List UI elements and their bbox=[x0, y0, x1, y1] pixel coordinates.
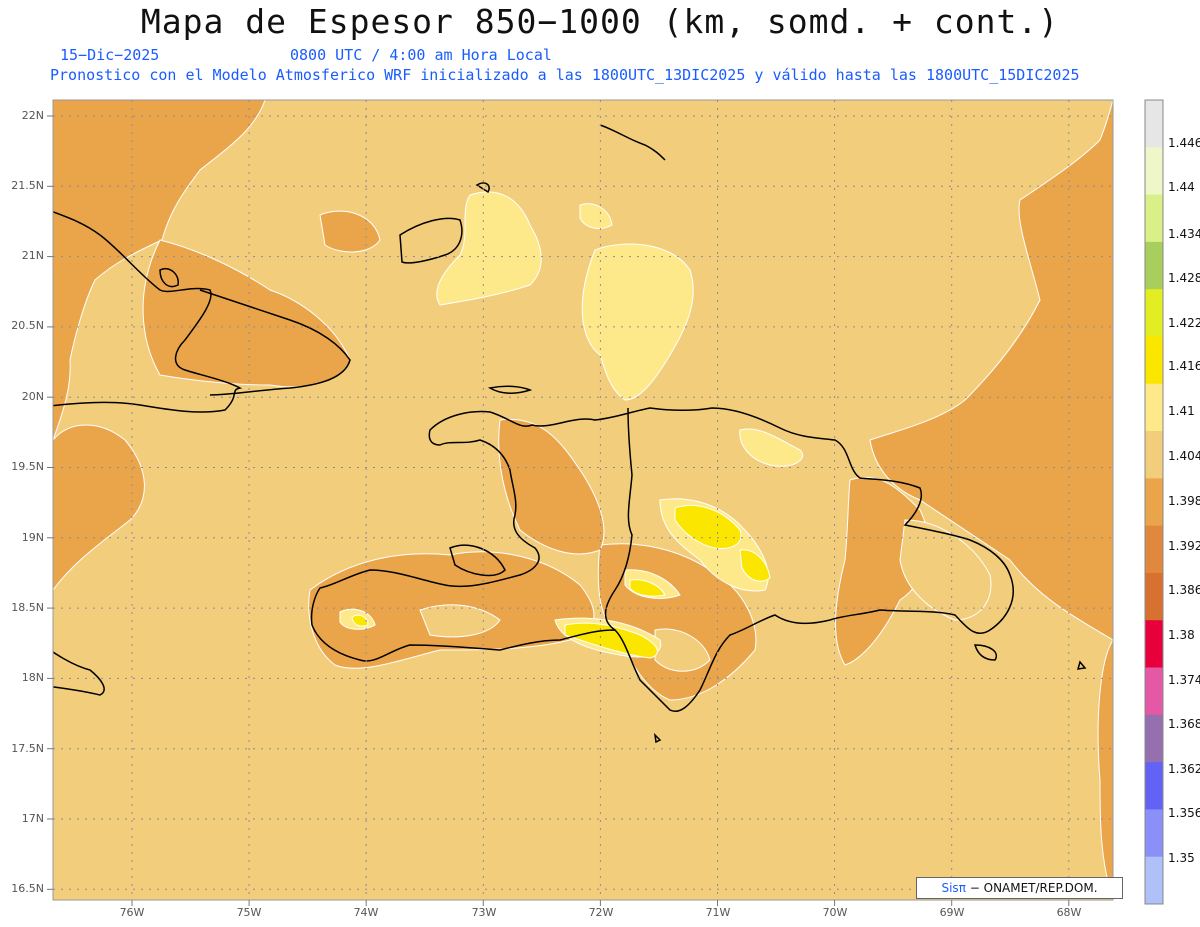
lon-label: 74W bbox=[354, 906, 379, 919]
legend-swatch bbox=[1145, 572, 1163, 621]
lat-label: 18N bbox=[22, 671, 44, 684]
latitude-labels: 22N 21.5N 21N 20.5N 20N 19.5N 19N 18.5N … bbox=[11, 109, 44, 895]
lat-label: 18.5N bbox=[11, 601, 44, 614]
legend-swatch bbox=[1145, 525, 1163, 574]
legend-label: 1.44 bbox=[1168, 180, 1195, 194]
legend-swatch bbox=[1145, 620, 1163, 669]
legend-label: 1.38 bbox=[1168, 628, 1195, 642]
longitude-labels: 76W 75W 74W 73W 72W 71W 70W 69W 68W bbox=[120, 906, 1082, 919]
sispi-logo: Sisπ bbox=[941, 881, 966, 895]
legend-swatch bbox=[1145, 667, 1163, 716]
thickness-map: 22N 21.5N 21N 20.5N 20N 19.5N 19N 18.5N … bbox=[11, 99, 1200, 919]
credit-box: Sisπ − ONAMET/REP.DOM. bbox=[916, 877, 1123, 899]
legend-labels: 1.446 1.44 1.434 1.428 1.422 1.416 1.41 … bbox=[1168, 136, 1200, 865]
lon-label: 73W bbox=[472, 906, 497, 919]
legend-swatch bbox=[1145, 714, 1163, 763]
legend-swatch bbox=[1145, 856, 1163, 905]
legend-label: 1.422 bbox=[1168, 316, 1200, 330]
legend-label: 1.392 bbox=[1168, 539, 1200, 553]
legend-swatch bbox=[1145, 383, 1163, 432]
legend-label: 1.386 bbox=[1168, 583, 1200, 597]
lat-label: 16.5N bbox=[11, 882, 44, 895]
legend-swatch bbox=[1145, 336, 1163, 385]
lon-label: 70W bbox=[823, 906, 848, 919]
lon-label: 71W bbox=[706, 906, 731, 919]
legend-swatch bbox=[1145, 194, 1163, 243]
lat-label: 17.5N bbox=[11, 742, 44, 755]
credit-text: − ONAMET/REP.DOM. bbox=[969, 881, 1098, 895]
legend-label: 1.362 bbox=[1168, 762, 1200, 776]
legend-label: 1.368 bbox=[1168, 717, 1200, 731]
legend-swatch bbox=[1145, 289, 1163, 337]
lon-label: 69W bbox=[940, 906, 965, 919]
lat-label: 21N bbox=[22, 249, 44, 262]
lat-label: 21.5N bbox=[11, 179, 44, 192]
lat-label: 19.5N bbox=[11, 460, 44, 473]
lat-label: 20.5N bbox=[11, 319, 44, 332]
legend-swatch bbox=[1145, 431, 1163, 479]
legend-swatch bbox=[1145, 147, 1163, 196]
legend-label: 1.398 bbox=[1168, 494, 1200, 508]
legend-swatch bbox=[1145, 762, 1163, 810]
lon-label: 76W bbox=[120, 906, 145, 919]
lat-label: 20N bbox=[22, 390, 44, 403]
legend-label: 1.41 bbox=[1168, 404, 1195, 418]
legend-label: 1.446 bbox=[1168, 136, 1200, 150]
color-legend bbox=[1144, 99, 1164, 905]
legend-label: 1.428 bbox=[1168, 271, 1200, 285]
legend-label: 1.434 bbox=[1168, 227, 1200, 241]
legend-label: 1.35 bbox=[1168, 851, 1195, 865]
lon-label: 75W bbox=[237, 906, 262, 919]
legend-label: 1.374 bbox=[1168, 673, 1200, 687]
legend-swatch bbox=[1145, 100, 1163, 148]
lat-label: 17N bbox=[22, 812, 44, 825]
lon-label: 68W bbox=[1057, 906, 1082, 919]
legend-label: 1.404 bbox=[1168, 449, 1200, 463]
lat-label: 22N bbox=[22, 109, 44, 122]
legend-label: 1.416 bbox=[1168, 359, 1200, 373]
legend-swatch bbox=[1145, 478, 1163, 527]
legend-label: 1.356 bbox=[1168, 806, 1200, 820]
legend-swatch bbox=[1145, 241, 1163, 290]
legend-swatch bbox=[1145, 809, 1163, 858]
lat-label: 19N bbox=[22, 531, 44, 544]
lon-label: 72W bbox=[589, 906, 614, 919]
